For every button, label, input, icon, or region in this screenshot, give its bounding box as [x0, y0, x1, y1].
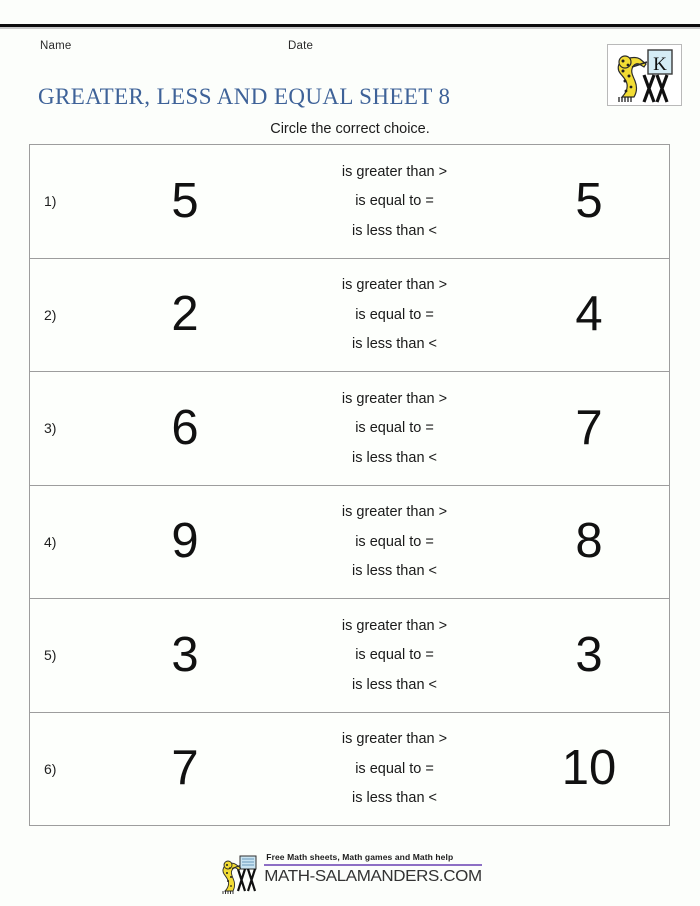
choice-group: is greater than > is equal to = is less … — [280, 611, 509, 700]
right-operand: 5 — [575, 173, 603, 228]
right-operand: 8 — [575, 514, 603, 569]
worksheet-page: Name Date K GREATER, LESS AND EQUAL SHEE… — [0, 0, 700, 906]
right-operand: 10 — [561, 741, 617, 796]
choice-less-than[interactable]: is less than < — [280, 784, 509, 814]
math-salamanders-logo-icon: K — [607, 44, 682, 106]
choice-group: is greater than > is equal to = is less … — [280, 384, 509, 473]
page-title: GREATER, LESS AND EQUAL SHEET 8 — [38, 84, 451, 109]
choice-group: is greater than > is equal to = is less … — [280, 725, 509, 814]
footer-domain[interactable]: MATH-SALAMANDERS.COM — [264, 867, 482, 885]
math-salamanders-footer-logo-icon — [218, 854, 262, 894]
choice-less-than[interactable]: is less than < — [280, 216, 509, 246]
question-number: 4) — [44, 533, 57, 550]
name-label: Name — [40, 40, 72, 52]
table-row: 2) 2 is greater than > is equal to = is … — [30, 259, 669, 372]
choice-equal-to[interactable]: is equal to = — [280, 187, 509, 217]
left-operand: 3 — [171, 627, 199, 682]
choice-equal-to[interactable]: is equal to = — [280, 527, 509, 557]
choice-less-than[interactable]: is less than < — [280, 670, 509, 700]
table-row: 1) 5 is greater than > is equal to = is … — [30, 145, 669, 259]
right-operand: 3 — [575, 627, 603, 682]
left-operand: 2 — [171, 287, 199, 342]
table-row: 5) 3 is greater than > is equal to = is … — [30, 599, 669, 713]
footer-branding[interactable]: Free Math sheets, Math games and Math he… — [218, 852, 482, 894]
student-meta-row: Name Date — [0, 40, 700, 58]
right-operand: 4 — [575, 287, 603, 342]
choice-less-than[interactable]: is less than < — [280, 557, 509, 587]
choice-equal-to[interactable]: is equal to = — [280, 641, 509, 671]
left-operand: 9 — [171, 514, 199, 569]
footer-tagline: Free Math sheets, Math games and Math he… — [264, 852, 482, 866]
choice-equal-to[interactable]: is equal to = — [280, 414, 509, 444]
choice-group: is greater than > is equal to = is less … — [280, 157, 509, 246]
choice-greater-than[interactable]: is greater than > — [280, 157, 509, 187]
left-operand: 7 — [171, 741, 199, 796]
footer: Free Math sheets, Math games and Math he… — [0, 852, 700, 894]
left-operand: 6 — [171, 400, 199, 455]
table-row: 6) 7 is greater than > is equal to = is … — [30, 713, 669, 826]
footer-text-block: Free Math sheets, Math games and Math he… — [264, 852, 482, 887]
question-number: 2) — [44, 306, 57, 323]
choice-greater-than[interactable]: is greater than > — [280, 611, 509, 641]
table-row: 4) 9 is greater than > is equal to = is … — [30, 486, 669, 599]
choice-greater-than[interactable]: is greater than > — [280, 725, 509, 755]
instruction-text: Circle the correct choice. — [270, 121, 430, 137]
question-number: 1) — [44, 193, 57, 210]
svg-text:K: K — [653, 54, 667, 75]
question-number: 5) — [44, 647, 57, 664]
choice-less-than[interactable]: is less than < — [280, 443, 509, 473]
date-label: Date — [288, 40, 314, 52]
choice-greater-than[interactable]: is greater than > — [280, 384, 509, 414]
choice-group: is greater than > is equal to = is less … — [280, 498, 509, 587]
questions-table: 1) 5 is greater than > is equal to = is … — [29, 144, 670, 826]
choice-equal-to[interactable]: is equal to = — [280, 300, 509, 330]
choice-greater-than[interactable]: is greater than > — [280, 498, 509, 528]
right-operand: 7 — [575, 400, 603, 455]
choice-greater-than[interactable]: is greater than > — [280, 271, 509, 301]
choice-less-than[interactable]: is less than < — [280, 330, 509, 360]
choice-equal-to[interactable]: is equal to = — [280, 754, 509, 784]
table-row: 3) 6 is greater than > is equal to = is … — [30, 372, 669, 486]
question-number: 3) — [44, 420, 57, 437]
question-number: 6) — [44, 760, 57, 777]
header-rule — [0, 24, 700, 27]
choice-group: is greater than > is equal to = is less … — [280, 271, 509, 360]
left-operand: 5 — [171, 173, 199, 228]
